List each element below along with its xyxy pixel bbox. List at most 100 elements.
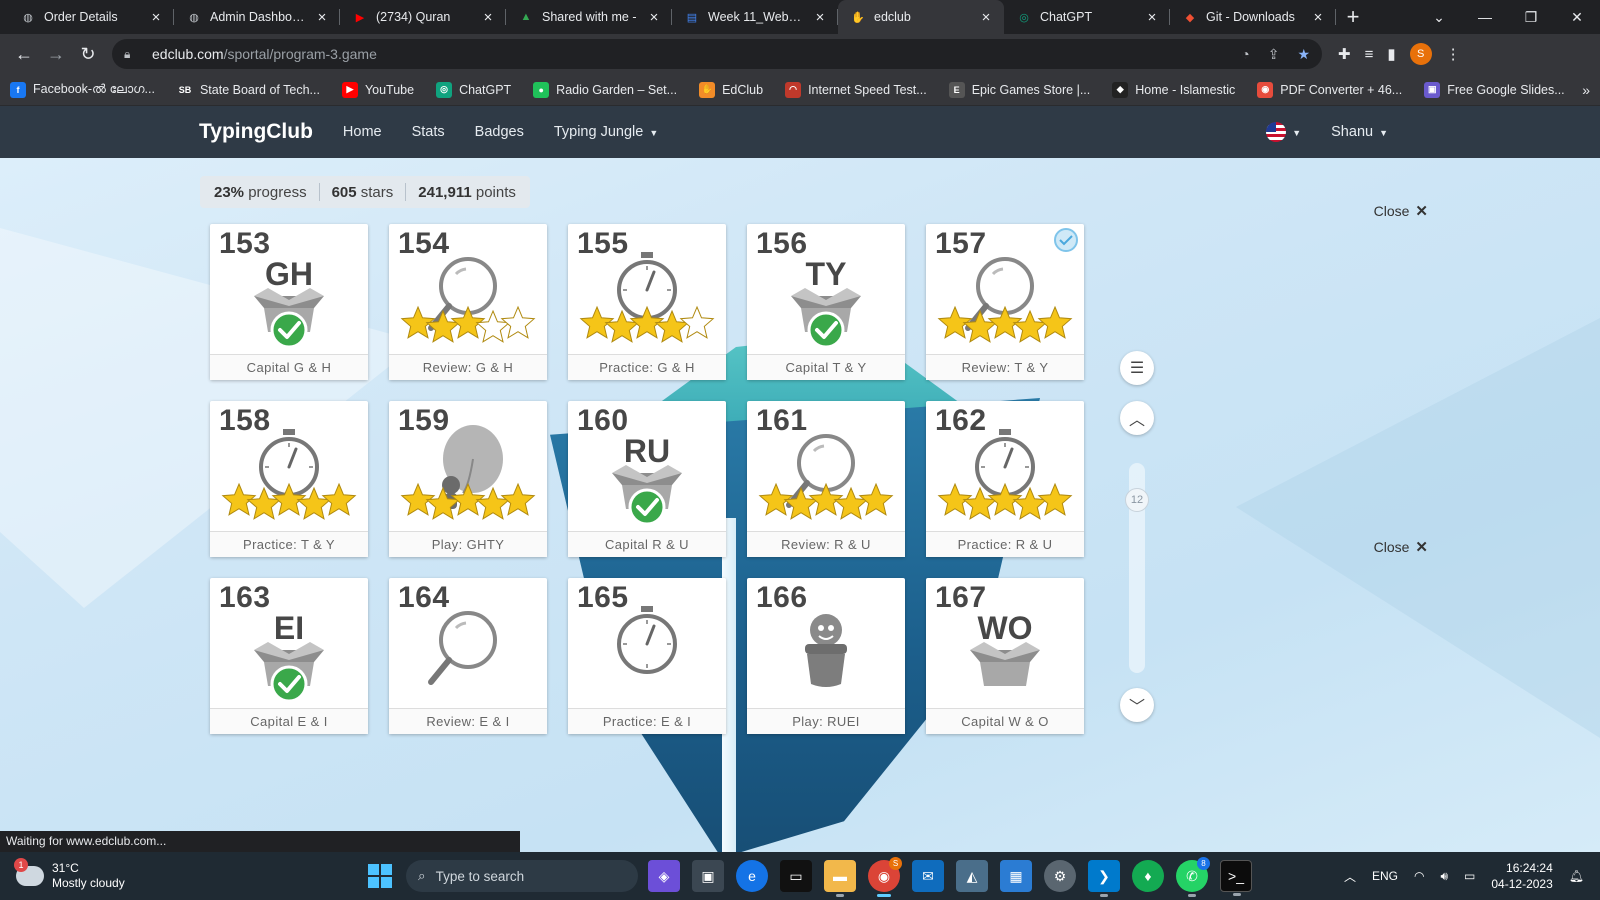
lesson-card[interactable]: 158 Practice: T & Y — [210, 401, 368, 557]
lesson-card[interactable]: 163 EI Capital E & I — [210, 578, 368, 734]
close-tab-icon[interactable]: × — [1144, 9, 1160, 26]
browser-tab[interactable]: ▲ Shared with me - × — [506, 0, 672, 34]
close-window-button[interactable]: ✕ — [1554, 0, 1600, 34]
more-bookmarks-icon[interactable]: » — [1582, 82, 1590, 98]
language-selector[interactable]: ▼ — [1266, 122, 1301, 142]
windows-start-button[interactable] — [368, 864, 392, 888]
bookmark-item[interactable]: ● Radio Garden – Set... — [533, 81, 677, 98]
nav-home[interactable]: Home — [343, 124, 382, 140]
bookmark-item[interactable]: f Facebook-ൽ ലോഗ... — [10, 81, 155, 98]
nav-stats[interactable]: Stats — [412, 124, 445, 140]
lesson-card[interactable]: 166 Play: RUEI — [747, 578, 905, 734]
minimize-button[interactable]: — — [1462, 0, 1508, 34]
user-name: Shanu — [1331, 124, 1374, 140]
file-explorer-icon[interactable]: ▬ — [824, 860, 856, 897]
scroll-up-button[interactable]: ︿ — [1120, 401, 1154, 435]
volume-icon[interactable]: 🔊︎ — [1440, 869, 1448, 884]
terminal-icon[interactable]: ▭ — [780, 860, 812, 892]
browser-tab[interactable]: ✋ edclub × — [838, 0, 1004, 34]
remote-desktop-icon[interactable]: ▦ — [1000, 860, 1032, 892]
close-tab-icon[interactable]: × — [1310, 9, 1326, 26]
restore-button[interactable]: ❐ — [1508, 0, 1554, 34]
lesson-card[interactable]: 155 Practice: G & H — [568, 224, 726, 380]
reading-list-icon[interactable]: ≡ — [1365, 46, 1374, 63]
menu-button[interactable]: ☰ — [1120, 351, 1154, 385]
tab-search-icon[interactable]: ⌄ — [1416, 0, 1462, 34]
side-panel-icon[interactable]: ▮ — [1387, 45, 1395, 63]
browser-tab[interactable]: ◎ ChatGPT × — [1004, 0, 1170, 34]
wifi-icon[interactable]: ◠ — [1414, 869, 1424, 883]
browser-tab[interactable]: ◍ Order Details × — [8, 0, 174, 34]
forward-button[interactable]: → — [40, 38, 72, 70]
lesson-card[interactable]: 159 Play: GHTY — [389, 401, 547, 557]
clock[interactable]: 16:24:24 04-12-2023 — [1491, 860, 1552, 892]
bookmark-item[interactable]: ▶ YouTube — [341, 81, 414, 98]
back-button[interactable]: ← — [8, 38, 40, 70]
share-icon[interactable]: ⇪ — [1268, 46, 1280, 63]
checkmark-icon — [270, 665, 308, 703]
close-button[interactable]: Close ✕ — [1374, 202, 1428, 220]
lesson-card[interactable]: 161 Review: R & U — [747, 401, 905, 557]
tray-chevron-up-icon[interactable]: ︿ — [1344, 868, 1356, 885]
copilot-icon[interactable]: ◈ — [648, 860, 680, 892]
browser-menu-icon[interactable]: ⋮ — [1446, 45, 1461, 63]
edge-icon[interactable]: e — [736, 860, 768, 892]
bookmark-star-icon[interactable]: ★ — [1297, 46, 1310, 63]
lesson-card[interactable]: 157 Review: T & Y — [926, 224, 1084, 380]
bookmark-item[interactable]: E Epic Games Store |... — [948, 81, 1090, 98]
lesson-card[interactable]: 165 Practice: E & I — [568, 578, 726, 734]
browser-tab[interactable]: ▤ Week 11_Web De × — [672, 0, 838, 34]
bookmark-item[interactable]: SB State Board of Tech... — [176, 81, 320, 98]
settings-gear-icon[interactable]: ⚙ — [1044, 860, 1076, 892]
battery-icon[interactable]: ▭ — [1464, 869, 1475, 883]
weather-widget[interactable]: 1 31°C Mostly cloudy — [14, 858, 125, 891]
lock-icon[interactable]: 🔒︎ — [124, 47, 142, 62]
task-view-icon[interactable]: ▣ — [692, 860, 724, 892]
lesson-card[interactable]: 167 WO Capital W & O — [926, 578, 1084, 734]
address-bar[interactable]: 🔒︎ edclub.com/sportal/program-3.game ◔ ⇪… — [112, 39, 1322, 69]
page-slider-handle[interactable]: 12 — [1125, 488, 1149, 512]
nav-badges[interactable]: Badges — [475, 124, 524, 140]
close-tab-icon[interactable]: × — [646, 9, 662, 26]
bookmark-item[interactable]: ▣ Free Google Slides... — [1424, 81, 1565, 98]
mongodb-icon[interactable]: ♦ — [1132, 860, 1164, 892]
vscode-icon[interactable]: ❯ — [1088, 860, 1120, 897]
browser-tab[interactable]: ◍ Admin Dashboard × — [174, 0, 340, 34]
extensions-puzzle-icon[interactable]: ✚ — [1338, 45, 1351, 63]
lesson-card[interactable]: 164 Review: E & I — [389, 578, 547, 734]
new-tab-button[interactable]: + — [1336, 0, 1370, 34]
browser-tab[interactable]: ▶ (2734) Quran × — [340, 0, 506, 34]
command-prompt-icon[interactable]: >_ — [1220, 860, 1252, 896]
lesson-card[interactable]: 154 Review: G & H — [389, 224, 547, 380]
reload-button[interactable]: ↻ — [72, 38, 104, 70]
scroll-down-button[interactable]: ﹀ — [1120, 688, 1154, 722]
chrome-icon[interactable]: ◉ S — [868, 857, 902, 897]
close-tab-icon[interactable]: × — [314, 9, 330, 26]
lesson-card[interactable]: 160 RU Capital R & U — [568, 401, 726, 557]
language-indicator[interactable]: ENG — [1372, 869, 1398, 883]
lesson-card[interactable]: 162 Practice: R & U — [926, 401, 1084, 557]
close-tab-icon[interactable]: × — [812, 9, 828, 26]
nav-typing-jungle[interactable]: Typing Jungle ▼ — [554, 124, 658, 140]
bookmark-item[interactable]: ◉ PDF Converter + 46... — [1257, 81, 1402, 98]
whatsapp-icon[interactable]: ✆ 8 — [1176, 857, 1210, 897]
close-button[interactable]: Close ✕ — [1374, 538, 1428, 556]
close-tab-icon[interactable]: × — [148, 9, 164, 26]
lesson-card[interactable]: 153 GH Capital G & H — [210, 224, 368, 380]
taskbar-search[interactable]: ⌕ Type to search — [406, 860, 638, 892]
typingclub-logo[interactable]: TypingClub — [199, 120, 313, 144]
notification-bell-icon[interactable]: 🔔︎ — [1569, 869, 1584, 883]
bookmark-item[interactable]: ✋ EdClub — [699, 81, 763, 98]
bookmark-item[interactable]: ◆ Home - Islamestic — [1112, 81, 1235, 98]
close-tab-icon[interactable]: × — [978, 9, 994, 26]
user-menu[interactable]: Shanu ▼ — [1331, 124, 1388, 140]
performance-icon[interactable]: ◔ — [1241, 46, 1249, 63]
mail-icon[interactable]: ✉ — [912, 860, 944, 892]
bookmark-item[interactable]: ◎ ChatGPT — [436, 81, 511, 98]
photos-icon[interactable]: ◭ — [956, 860, 988, 892]
lesson-card[interactable]: 156 TY Capital T & Y — [747, 224, 905, 380]
profile-avatar[interactable]: S — [1409, 43, 1432, 65]
bookmark-item[interactable]: ◠ Internet Speed Test... — [785, 81, 927, 98]
close-tab-icon[interactable]: × — [480, 9, 496, 26]
browser-tab[interactable]: ◆ Git - Downloads × — [1170, 0, 1336, 34]
